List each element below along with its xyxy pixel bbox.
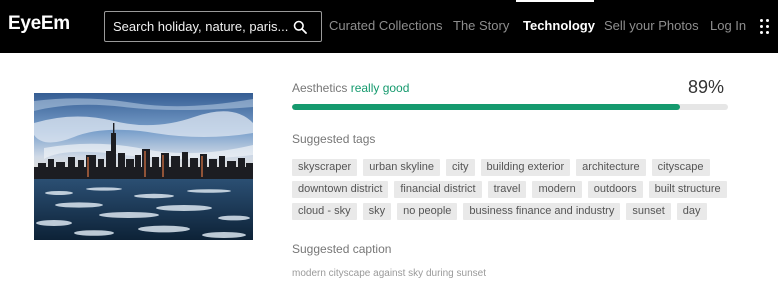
- suggested-tag[interactable]: built structure: [648, 181, 727, 198]
- suggested-tags-title: Suggested tags: [292, 132, 376, 146]
- suggested-tag[interactable]: skyscraper: [292, 159, 358, 176]
- suggested-tag[interactable]: travel: [487, 181, 527, 198]
- active-nav-indicator: [516, 0, 594, 2]
- skyline-image: [34, 93, 253, 240]
- suggested-tag[interactable]: urban skyline: [363, 159, 441, 176]
- nav-technology[interactable]: Technology: [523, 18, 595, 33]
- search-icon[interactable]: [293, 20, 307, 34]
- suggested-tag[interactable]: downtown district: [292, 181, 389, 198]
- suggested-caption-text: modern cityscape against sky during suns…: [292, 268, 486, 279]
- suggested-tag[interactable]: cityscape: [651, 159, 710, 176]
- analyzed-photo: [34, 93, 253, 240]
- suggested-caption-title: Suggested caption: [292, 242, 392, 256]
- suggested-tags-list: skyscraper urban skyline city building exte…: [292, 159, 732, 220]
- aesthetics-score: 89%: [688, 77, 725, 97]
- nav-sell-your-photos[interactable]: Sell your Photos: [604, 18, 699, 33]
- aesthetics-progress-fill: [292, 104, 681, 110]
- aesthetics-title: Aesthetics: [292, 81, 348, 95]
- suggested-tag[interactable]: building exterior: [480, 159, 571, 176]
- suggested-tag[interactable]: modern: [532, 181, 582, 198]
- search-box[interactable]: [104, 11, 322, 42]
- top-navigation-bar: EyeEm Curated Collections The Story Tech…: [0, 0, 778, 53]
- nav-log-in[interactable]: Log In: [710, 18, 746, 33]
- suggested-tag[interactable]: no people: [397, 203, 458, 220]
- suggested-tag[interactable]: city: [446, 159, 475, 176]
- nav-the-story[interactable]: The Story: [453, 18, 509, 33]
- suggested-tag[interactable]: sky: [362, 203, 392, 220]
- logo[interactable]: EyeEm: [8, 13, 70, 35]
- more-vertical-dots-icon[interactable]: [758, 17, 774, 35]
- suggested-tag[interactable]: architecture: [576, 159, 646, 176]
- search-input[interactable]: [113, 12, 288, 41]
- aesthetics-rating: really good: [350, 81, 410, 95]
- suggested-tag[interactable]: financial district: [394, 181, 482, 198]
- aesthetics-label: Aesthetics really good: [292, 81, 409, 95]
- suggested-tag[interactable]: day: [676, 203, 707, 220]
- nav-curated-collections[interactable]: Curated Collections: [329, 18, 442, 33]
- aesthetics-progress-bar: [292, 104, 728, 110]
- suggested-tag[interactable]: business finance and industry: [463, 203, 621, 220]
- suggested-tag[interactable]: sunset: [626, 203, 671, 220]
- suggested-tag[interactable]: outdoors: [587, 181, 643, 198]
- suggested-tag[interactable]: cloud - sky: [292, 203, 357, 220]
